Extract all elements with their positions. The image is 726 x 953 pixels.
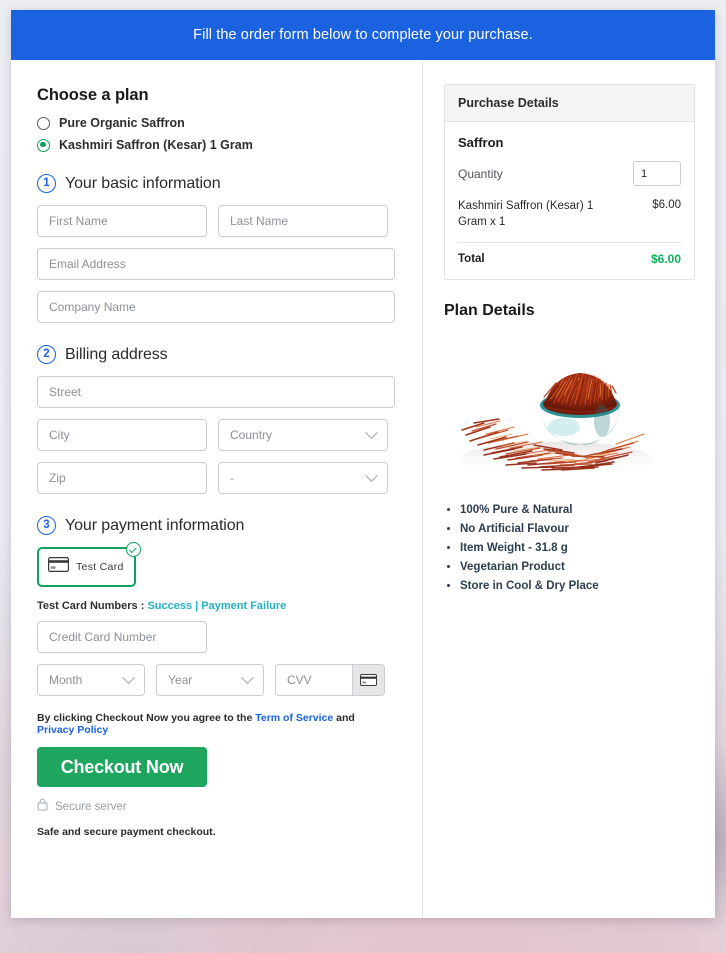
success-link[interactable]: Success (147, 600, 192, 612)
chevron-down-icon (365, 425, 378, 439)
step-number-badge: 1 (37, 174, 56, 193)
plan-option-label: Kashmiri Saffron (Kesar) 1 Gram (59, 138, 253, 152)
agreement-prefix: By clicking Checkout Now you agree to th… (37, 712, 253, 724)
secure-server-row: Secure server (37, 798, 395, 816)
header-banner: Fill the order form below to complete yo… (11, 10, 715, 60)
checkout-card: Fill the order form below to complete yo… (11, 10, 715, 918)
email-row: Email Address (37, 248, 395, 280)
plan-details-title: Plan Details (444, 302, 535, 320)
year-select-value: Year (168, 673, 193, 687)
plan-option-label: Pure Organic Saffron (59, 116, 185, 130)
street-row: Street (37, 376, 395, 408)
credit-card-icon (48, 557, 69, 577)
secure-server-label: Secure server (55, 801, 127, 813)
quantity-row: Quantity 1 (458, 161, 681, 186)
step-1-heading: 1 Your basic information (37, 174, 395, 193)
plan-option-kashmiri-saffron[interactable]: Kashmiri Saffron (Kesar) 1 Gram (37, 138, 395, 152)
step-number-badge: 3 (37, 516, 56, 535)
cvv-input[interactable]: CVV (276, 673, 352, 687)
company-name-input[interactable]: Company Name (37, 291, 395, 323)
test-card-numbers-line: Test Card Numbers : Success | Payment Fa… (37, 600, 395, 612)
chevron-down-icon (241, 670, 254, 684)
check-circle-icon (126, 542, 141, 557)
month-select-value: Month (49, 673, 83, 687)
checkout-now-button[interactable]: Checkout Now (37, 747, 207, 787)
terms-agreement-text: By clicking Checkout Now you agree to th… (37, 712, 395, 736)
cvv-card-icon (352, 665, 384, 695)
last-name-input[interactable]: Last Name (218, 205, 388, 237)
country-select[interactable]: Country (218, 419, 388, 451)
step-title: Your payment information (65, 516, 245, 534)
cvv-field[interactable]: CVV (275, 664, 385, 696)
line-item-price: $6.00 (652, 199, 681, 211)
radio-icon-unselected[interactable] (37, 116, 50, 130)
month-select[interactable]: Month (37, 664, 145, 696)
first-name-input[interactable]: First Name (37, 205, 207, 237)
line-item-row: Kashmiri Saffron (Kesar) 1 Gram x 1 $6.0… (458, 199, 681, 230)
terms-of-service-link[interactable]: Term of Service (255, 712, 333, 724)
test-card-numbers-prefix: Test Card Numbers : (37, 600, 145, 612)
list-item: Store in Cool & Dry Place (460, 577, 695, 596)
email-input[interactable]: Email Address (37, 248, 395, 280)
purchase-details-body: Saffron Quantity 1 Kashmiri Saffron (Kes… (445, 122, 694, 279)
chevron-down-icon (122, 670, 135, 684)
city-country-row: City Country (37, 419, 395, 451)
chevron-down-icon (365, 468, 378, 482)
step-title: Billing address (65, 345, 168, 363)
credit-card-number-row: Credit Card Number (37, 621, 395, 653)
purchase-details-header: Purchase Details (445, 85, 694, 122)
quantity-input[interactable]: 1 (633, 161, 681, 186)
year-select[interactable]: Year (156, 664, 264, 696)
link-separator: | (195, 600, 199, 612)
expiry-cvv-row: Month Year CVV (37, 664, 395, 696)
zip-state-row: Zip - (37, 462, 395, 494)
list-item: Item Weight - 31.8 g (460, 539, 695, 558)
purchase-details-panel: Purchase Details Saffron Quantity 1 Kash… (444, 84, 695, 281)
step-2-heading: 2 Billing address (37, 345, 395, 364)
agreement-and: and (336, 712, 355, 724)
radio-icon-selected[interactable] (37, 138, 50, 152)
test-card-method-tile[interactable]: Test Card (37, 542, 141, 587)
list-item: 100% Pure & Natural (460, 501, 695, 520)
plan-feature-list: 100% Pure & Natural No Artificial Flavou… (444, 501, 695, 596)
quantity-label: Quantity (458, 166, 503, 181)
total-value: $6.00 (650, 252, 681, 267)
company-row: Company Name (37, 291, 395, 323)
safe-payment-note: Safe and secure payment checkout. (37, 826, 216, 838)
summary-divider (458, 242, 681, 244)
total-label: Total (458, 253, 485, 266)
street-input[interactable]: Street (37, 376, 395, 408)
list-item: Vegetarian Product (460, 558, 695, 577)
banner-text: Fill the order form below to complete yo… (193, 27, 533, 43)
checkout-body: Choose a plan Pure Organic Saffron Kashm… (11, 60, 715, 918)
product-title: Saffron (458, 135, 504, 150)
summary-column: Purchase Details Saffron Quantity 1 Kash… (423, 60, 715, 918)
name-row: First Name Last Name (37, 205, 395, 237)
plan-option-pure-organic-saffron[interactable]: Pure Organic Saffron (37, 116, 395, 130)
total-row: Total $6.00 (458, 252, 681, 266)
lock-icon (37, 798, 48, 816)
step-title: Your basic information (65, 174, 221, 192)
state-select[interactable]: - (218, 462, 388, 494)
choose-plan-title: Choose a plan (37, 86, 149, 104)
country-select-value: Country (230, 428, 273, 442)
zip-input[interactable]: Zip (37, 462, 207, 494)
list-item: No Artificial Flavour (460, 520, 695, 539)
state-select-value: - (230, 471, 234, 485)
step-3-heading: 3 Your payment information (37, 516, 395, 535)
step-number-badge: 2 (37, 345, 56, 364)
form-column: Choose a plan Pure Organic Saffron Kashm… (11, 60, 423, 918)
payment-failure-link[interactable]: Payment Failure (201, 600, 286, 612)
saffron-product-image (444, 331, 666, 490)
test-card-label: Test Card (76, 561, 124, 573)
city-input[interactable]: City (37, 419, 207, 451)
line-item-name: Kashmiri Saffron (Kesar) 1 Gram x 1 (458, 200, 594, 228)
credit-card-number-input[interactable]: Credit Card Number (37, 621, 207, 653)
privacy-policy-link[interactable]: Privacy Policy (37, 724, 108, 736)
